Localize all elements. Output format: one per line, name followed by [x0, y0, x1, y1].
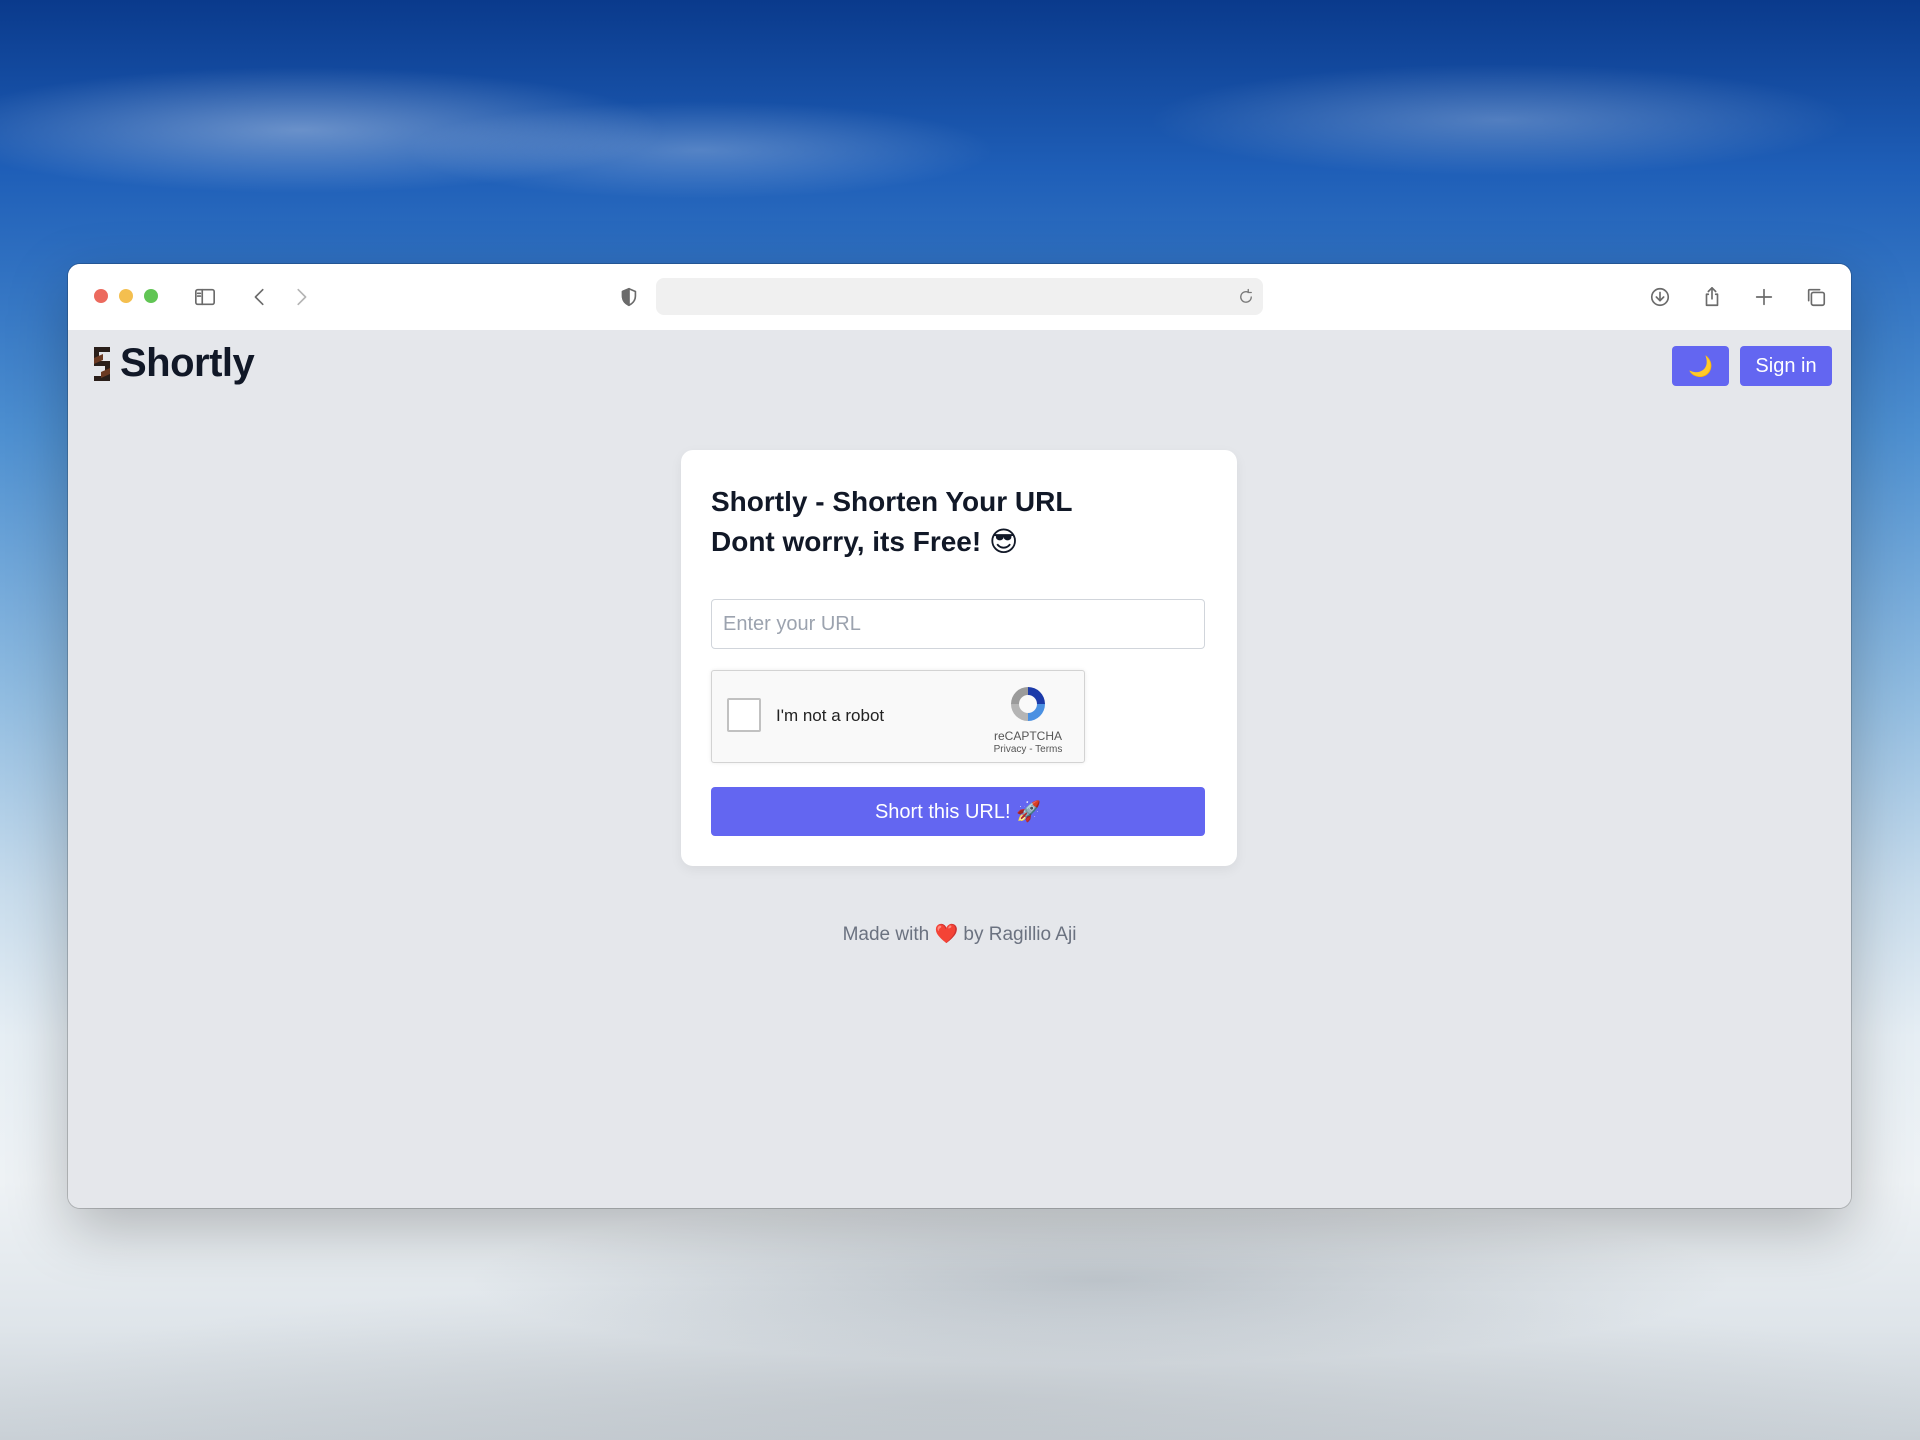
- card-title-line-2: Dont worry, its Free! 😎: [711, 526, 1019, 557]
- footer-suffix: by Ragillio Aji: [963, 924, 1077, 945]
- tabs-overview-icon[interactable]: [1801, 282, 1831, 312]
- sidebar-icon[interactable]: [190, 282, 220, 312]
- signin-button[interactable]: Sign in: [1740, 346, 1832, 386]
- close-window-button[interactable]: [94, 289, 108, 303]
- browser-window: Shortly 🌙 Sign in Shortly - Shorten Your…: [68, 264, 1851, 1208]
- shortly-logo-icon: [94, 346, 110, 381]
- shorten-url-button[interactable]: Short this URL! 🚀: [711, 787, 1205, 836]
- captcha-checkbox[interactable]: [727, 698, 761, 732]
- site-logo[interactable]: Shortly: [90, 341, 255, 386]
- web-page: Shortly 🌙 Sign in Shortly - Shorten Your…: [68, 330, 1851, 1208]
- reload-icon[interactable]: [1235, 286, 1257, 308]
- captcha-brand: reCAPTCHA: [993, 729, 1062, 743]
- card-title: Shortly - Shorten Your URL Dont worry, i…: [711, 482, 1072, 562]
- minimize-window-button[interactable]: [119, 289, 133, 303]
- address-bar[interactable]: [656, 278, 1263, 315]
- card-title-line-1: Shortly - Shorten Your URL: [711, 486, 1073, 517]
- url-input[interactable]: [711, 599, 1205, 649]
- recaptcha-icon: [1011, 687, 1045, 721]
- recaptcha-widget: I'm not a robot reCAPTCHA Privacy - Term…: [711, 670, 1085, 763]
- theme-toggle-button[interactable]: 🌙: [1672, 346, 1729, 386]
- footer-prefix: Made with: [842, 924, 930, 945]
- new-tab-icon[interactable]: [1749, 282, 1779, 312]
- heart-icon: ❤️: [934, 924, 959, 945]
- footer-credit: Made with ❤️ by Ragillio Aji: [68, 922, 1851, 946]
- back-icon[interactable]: [245, 282, 275, 312]
- shorten-card: Shortly - Shorten Your URL Dont worry, i…: [681, 450, 1237, 866]
- browser-toolbar: [68, 264, 1851, 331]
- share-icon[interactable]: [1697, 282, 1727, 312]
- shield-icon[interactable]: [614, 282, 644, 312]
- download-icon[interactable]: [1645, 282, 1675, 312]
- captcha-label: I'm not a robot: [776, 706, 885, 725]
- maximize-window-button[interactable]: [144, 289, 158, 303]
- forward-icon[interactable]: [286, 282, 316, 312]
- logo-text: Shortly: [120, 341, 255, 385]
- captcha-privacy-terms-link[interactable]: Privacy - Terms: [992, 744, 1064, 755]
